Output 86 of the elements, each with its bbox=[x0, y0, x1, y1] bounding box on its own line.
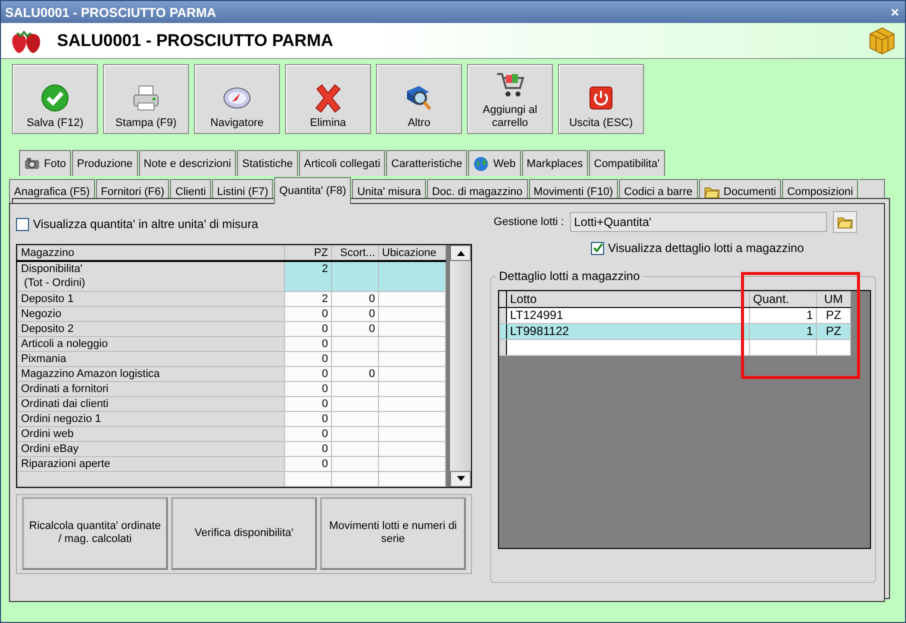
tab[interactable]: Statistiche bbox=[237, 150, 298, 176]
tab[interactable]: Web bbox=[468, 150, 521, 176]
globe-icon bbox=[473, 156, 490, 172]
row-label: Deposito 2 bbox=[18, 321, 284, 336]
window-title: SALU0001 - PROSCIUTTO PARMA bbox=[5, 4, 216, 20]
column-header[interactable]: Quant. bbox=[750, 292, 816, 308]
checkbox[interactable] bbox=[16, 218, 29, 230]
row-label: Ordinati a fornitori bbox=[18, 381, 284, 396]
table-cell: 0 bbox=[332, 306, 378, 321]
table-cell: 0 bbox=[332, 366, 378, 381]
checkbox[interactable] bbox=[591, 242, 604, 254]
table-cell: 0 bbox=[284, 441, 332, 456]
field-label: Gestione lotti : bbox=[492, 216, 564, 228]
close-button[interactable]: × bbox=[890, 4, 899, 20]
table-row[interactable]: LT9981122 1 PZ bbox=[500, 324, 850, 340]
tab[interactable]: Foto bbox=[19, 150, 72, 176]
column-header[interactable]: UM bbox=[816, 292, 850, 308]
action-button[interactable]: Verifica disponibilita' bbox=[171, 496, 317, 570]
toolbar-button[interactable]: Navigatore bbox=[194, 64, 280, 134]
tab[interactable]: Markplaces bbox=[522, 150, 588, 176]
camera-icon bbox=[24, 156, 40, 172]
toolbar-button[interactable]: Uscita (ESC) bbox=[558, 64, 644, 134]
tab[interactable]: Note e descrizioni bbox=[138, 150, 236, 176]
scrollbar[interactable] bbox=[446, 245, 471, 486]
row-label: Magazzino Amazon logistica bbox=[18, 366, 284, 381]
checkbox-label: Visualizza quantita' in altre unita' di misura bbox=[33, 217, 258, 231]
table-row[interactable]: LT124991 1 PZ bbox=[500, 308, 850, 324]
row-label: Pixmania bbox=[18, 351, 284, 366]
checkbox-label: Visualizza dettaglio lotti a magazzino bbox=[608, 241, 804, 255]
table-cell: 0 bbox=[284, 381, 332, 396]
table-cell: 0 bbox=[284, 456, 332, 471]
box-icon bbox=[867, 26, 897, 56]
printer-icon bbox=[131, 83, 161, 113]
table-cell: 1 bbox=[750, 324, 816, 340]
row-label: Negozio bbox=[18, 306, 284, 321]
table-cell: LT124991 bbox=[506, 308, 750, 324]
row-label: Ordinati dai clienti bbox=[18, 396, 284, 411]
lots-mode-field[interactable]: Lotti+Quantita' bbox=[570, 212, 827, 232]
table-cell: 0 bbox=[284, 306, 332, 321]
table-cell: 2 bbox=[284, 291, 332, 306]
tab[interactable]: Quantita' (F8) bbox=[274, 177, 352, 204]
folder-button[interactable] bbox=[833, 211, 857, 233]
check-icon bbox=[40, 83, 70, 113]
table-cell: PZ bbox=[816, 308, 850, 324]
tab[interactable]: Produzione bbox=[72, 150, 138, 176]
group-title: Dettaglio lotti a magazzino bbox=[496, 269, 643, 283]
column-header[interactable]: Magazzino bbox=[18, 246, 284, 261]
magnifier-icon bbox=[404, 83, 434, 113]
table-cell: 0 bbox=[332, 321, 378, 336]
row-label: Deposito 1 bbox=[18, 291, 284, 306]
toolbar-button[interactable]: Salva (F12) bbox=[12, 64, 98, 134]
tab[interactable]: Compatibilita' bbox=[588, 150, 665, 176]
table-cell: 0 bbox=[284, 426, 332, 441]
table-cell: 2 bbox=[284, 261, 332, 291]
item-title: SALU0001 - PROSCIUTTO PARMA bbox=[57, 30, 334, 50]
table-cell: 0 bbox=[332, 291, 378, 306]
table-cell: 0 bbox=[284, 336, 332, 351]
toolbar-button[interactable]: Stampa (F9) bbox=[103, 64, 189, 134]
row-label: Disponibilita' (Tot - Ordini) bbox=[18, 261, 284, 291]
row-label: Ordini eBay bbox=[18, 441, 284, 456]
table-cell: 0 bbox=[284, 396, 332, 411]
row-label: Ordini negozio 1 bbox=[18, 411, 284, 426]
column-header[interactable]: Ubicazione bbox=[378, 246, 446, 261]
row-label: Articoli a noleggio bbox=[18, 336, 284, 351]
tab[interactable]: Caratteristiche bbox=[386, 150, 468, 176]
cross-icon bbox=[313, 83, 343, 113]
table-cell: LT9981122 bbox=[506, 324, 750, 340]
row-label: Riparazioni aperte bbox=[18, 456, 284, 471]
table-cell: 0 bbox=[284, 366, 332, 381]
toolbar-button[interactable]: Altro bbox=[376, 64, 462, 134]
column-header[interactable]: Lotto bbox=[506, 292, 750, 308]
table-cell: 0 bbox=[284, 351, 332, 366]
toolbar-button[interactable]: Aggiungi al carrello bbox=[467, 64, 553, 134]
column-header[interactable]: PZ bbox=[284, 246, 332, 261]
row-label: Ordini web bbox=[18, 426, 284, 441]
table-cell: 1 bbox=[750, 308, 816, 324]
action-button[interactable]: Movimenti lotti e numeri di serie bbox=[320, 496, 466, 570]
column-header[interactable]: Scort... bbox=[332, 246, 378, 261]
up-arrow-icon bbox=[456, 250, 464, 256]
tab[interactable]: Articoli collegati bbox=[298, 150, 386, 176]
table-cell: 0 bbox=[284, 321, 332, 336]
action-button[interactable]: Ricalcola quantita' ordinate / mag. calcolati bbox=[22, 496, 168, 570]
table-cell: 0 bbox=[284, 411, 332, 426]
table-cell: PZ bbox=[816, 324, 850, 340]
toolbar-button[interactable]: Elimina bbox=[285, 64, 371, 134]
down-arrow-icon bbox=[456, 476, 464, 481]
